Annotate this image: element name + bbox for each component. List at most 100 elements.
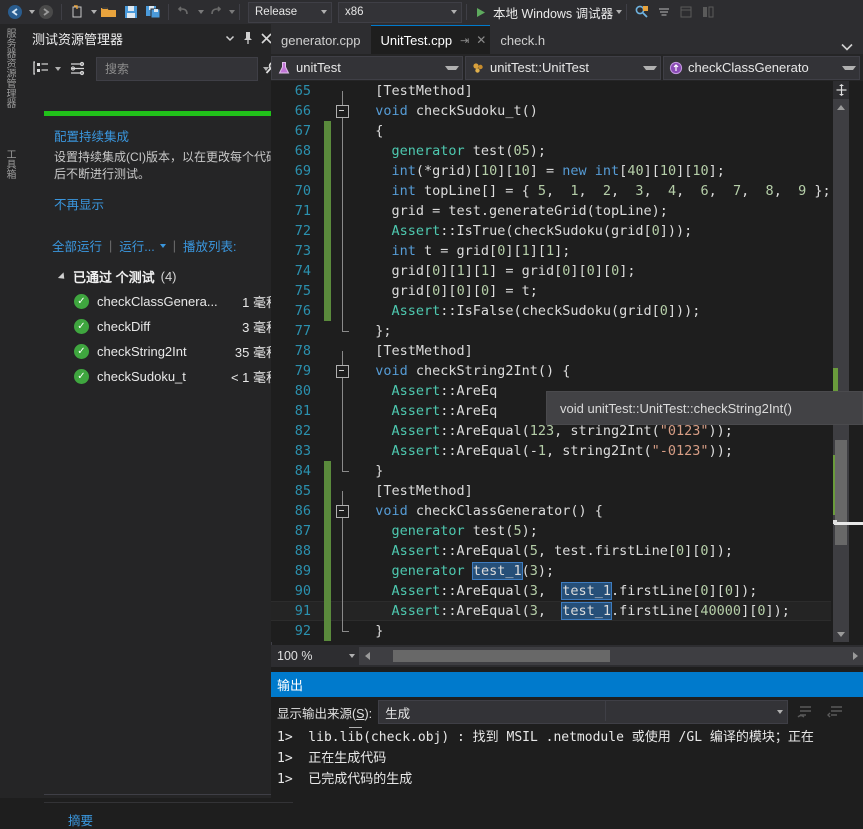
search-icon[interactable] (631, 1, 653, 23)
outlining-margin[interactable] (331, 621, 355, 641)
zoom-combo[interactable]: 100 % (271, 646, 359, 666)
redo-caret[interactable] (229, 10, 235, 14)
output-text-area[interactable]: 1> lib.lib(check.obj) : 找到 MSIL .netmodu… (271, 727, 863, 798)
close-icon[interactable]: ✕ (476, 33, 486, 47)
wrap-output-icon[interactable] (824, 701, 848, 723)
ci-dismiss-link[interactable]: 不再显示 (54, 194, 283, 213)
outlining-margin[interactable] (331, 241, 355, 261)
outlining-margin[interactable] (331, 321, 355, 341)
summary-label[interactable]: 摘要 (68, 810, 93, 829)
output-panel-header[interactable]: 输出 (271, 672, 863, 697)
code-line[interactable]: 68 generator test(05); (271, 141, 831, 161)
output-source-combo[interactable]: 生成 (378, 700, 789, 724)
outlining-margin[interactable] (331, 381, 355, 401)
code-line[interactable]: 65 [TestMethod] (271, 81, 831, 101)
code-line[interactable]: 69 int(*grid)[10][10] = new int[40][10][… (271, 161, 831, 181)
code-line[interactable]: 77 }; (271, 321, 831, 341)
clear-output-icon[interactable] (794, 701, 818, 723)
code-line[interactable]: 85 [TestMethod] (271, 481, 831, 501)
navbar-member-combo[interactable]: checkClassGenerato (663, 55, 860, 80)
outlining-margin[interactable] (331, 161, 355, 181)
editor-split-handle[interactable] (833, 81, 849, 99)
code-line[interactable]: 87 generator test(5); (271, 521, 831, 541)
vertical-scroll-thumb[interactable] (835, 440, 847, 545)
run-all-button[interactable]: 全部运行 (52, 236, 102, 255)
debug-target-label[interactable]: 本地 Windows 调试器 (490, 3, 613, 22)
expand-triangle-icon[interactable] (57, 271, 68, 282)
navbar-project-combo[interactable]: unitTest (271, 55, 463, 80)
run-caret[interactable] (159, 243, 166, 248)
outlining-margin[interactable] (331, 301, 355, 321)
ci-title[interactable]: 配置持续集成 (54, 126, 283, 145)
collapse-box-icon[interactable] (336, 505, 349, 518)
chevron-down-icon[interactable] (221, 29, 239, 47)
search-input[interactable] (103, 60, 262, 77)
horizontal-scroll-thumb[interactable] (393, 650, 610, 662)
outlining-margin[interactable] (331, 141, 355, 161)
code-line[interactable]: 91 Assert::AreEqual(3, test_1.firstLine[… (271, 601, 831, 621)
code-line[interactable]: 79 void checkString2Int() { (271, 361, 831, 381)
test-result-row[interactable]: ✓ checkDiff 3 毫秒 (44, 314, 293, 339)
outlining-margin[interactable] (331, 421, 355, 441)
code-line[interactable]: 84 } (271, 461, 831, 481)
outlining-margin[interactable] (331, 501, 355, 521)
group-by-caret[interactable] (55, 66, 61, 71)
code-line[interactable]: 70 int topLine[] = { 5, 1, 2, 3, 4, 6, 7… (271, 181, 831, 201)
tab-generator-cpp[interactable]: generator.cpp (271, 26, 371, 54)
code-line[interactable]: 73 int t = grid[0][1][1]; (271, 241, 831, 261)
outlining-margin[interactable] (331, 181, 355, 201)
pin-icon[interactable]: ⇥ (460, 34, 469, 47)
outlining-margin[interactable] (331, 401, 355, 421)
test-result-row[interactable]: ✓ checkSudoku_t < 1 毫秒 (44, 364, 293, 389)
test-result-row[interactable]: ✓ checkString2Int 35 毫秒 (44, 339, 293, 364)
code-line[interactable]: 78 [TestMethod] (271, 341, 831, 361)
outlining-margin[interactable] (331, 221, 355, 241)
outlining-margin[interactable] (331, 121, 355, 141)
code-line[interactable]: 76 Assert::IsFalse(checkSudoku(grid[0]))… (271, 301, 831, 321)
outlining-margin[interactable] (331, 261, 355, 281)
collapse-box-icon[interactable] (336, 105, 349, 118)
outlining-margin[interactable] (331, 601, 355, 621)
start-debug-icon[interactable] (471, 1, 490, 23)
code-line[interactable]: 86 void checkClassGenerator() { (271, 501, 831, 521)
tab-list-dropdown-icon[interactable] (831, 43, 863, 54)
save-icon[interactable] (120, 1, 142, 23)
rail-label-toolbox[interactable]: 工具箱 (4, 149, 15, 179)
editor-horizontal-scrollbar[interactable] (375, 647, 847, 665)
outlining-margin[interactable] (331, 361, 355, 381)
rail-label-server-explorer[interactable]: 服务器资源管理器 (4, 28, 15, 108)
outlining-margin[interactable] (331, 441, 355, 461)
save-all-icon[interactable] (142, 1, 164, 23)
scroll-down-button[interactable] (833, 626, 849, 642)
code-line[interactable]: 90 Assert::AreEqual(3, test_1.firstLine[… (271, 581, 831, 601)
window-icon[interactable] (675, 1, 697, 23)
navbar-class-combo[interactable]: unitTest::UnitTest (465, 55, 661, 80)
debug-target-caret[interactable] (616, 10, 623, 14)
outlining-margin[interactable] (331, 281, 355, 301)
outlining-margin[interactable] (331, 461, 355, 481)
outlining-margin[interactable] (331, 561, 355, 581)
outlining-margin[interactable] (331, 481, 355, 501)
code-line[interactable]: 88 Assert::AreEqual(5, test.firstLine[0]… (271, 541, 831, 561)
test-group-passed[interactable]: 已通过 个测试 (4) (44, 264, 293, 289)
new-item-icon[interactable] (66, 1, 88, 23)
editor-vertical-scrollbar[interactable] (833, 81, 849, 642)
outlining-margin[interactable] (331, 81, 355, 101)
hscroll-right-button[interactable] (847, 647, 863, 665)
code-line[interactable]: 75 grid[0][0][0] = t; (271, 281, 831, 301)
code-line[interactable]: 83 Assert::AreEqual(-1, string2Int("-012… (271, 441, 831, 461)
open-file-icon[interactable] (97, 1, 120, 23)
layout-icon[interactable] (697, 1, 719, 23)
code-line[interactable]: 67 { (271, 121, 831, 141)
code-line[interactable]: 72 Assert::IsTrue(checkSudoku(grid[0])); (271, 221, 831, 241)
code-editor[interactable]: 65 [TestMethod] 66 void checkSudoku_t() 67… (271, 81, 863, 642)
navigate-back-icon[interactable] (4, 1, 26, 23)
undo-icon[interactable] (173, 1, 195, 23)
sort-icon[interactable] (66, 58, 88, 80)
collapse-box-icon[interactable] (336, 365, 349, 378)
outlining-margin[interactable] (331, 581, 355, 601)
playlist-button[interactable]: 播放列表: (183, 236, 236, 255)
outlining-margin[interactable] (331, 521, 355, 541)
outlining-margin[interactable] (331, 541, 355, 561)
outlining-margin[interactable] (331, 101, 355, 121)
